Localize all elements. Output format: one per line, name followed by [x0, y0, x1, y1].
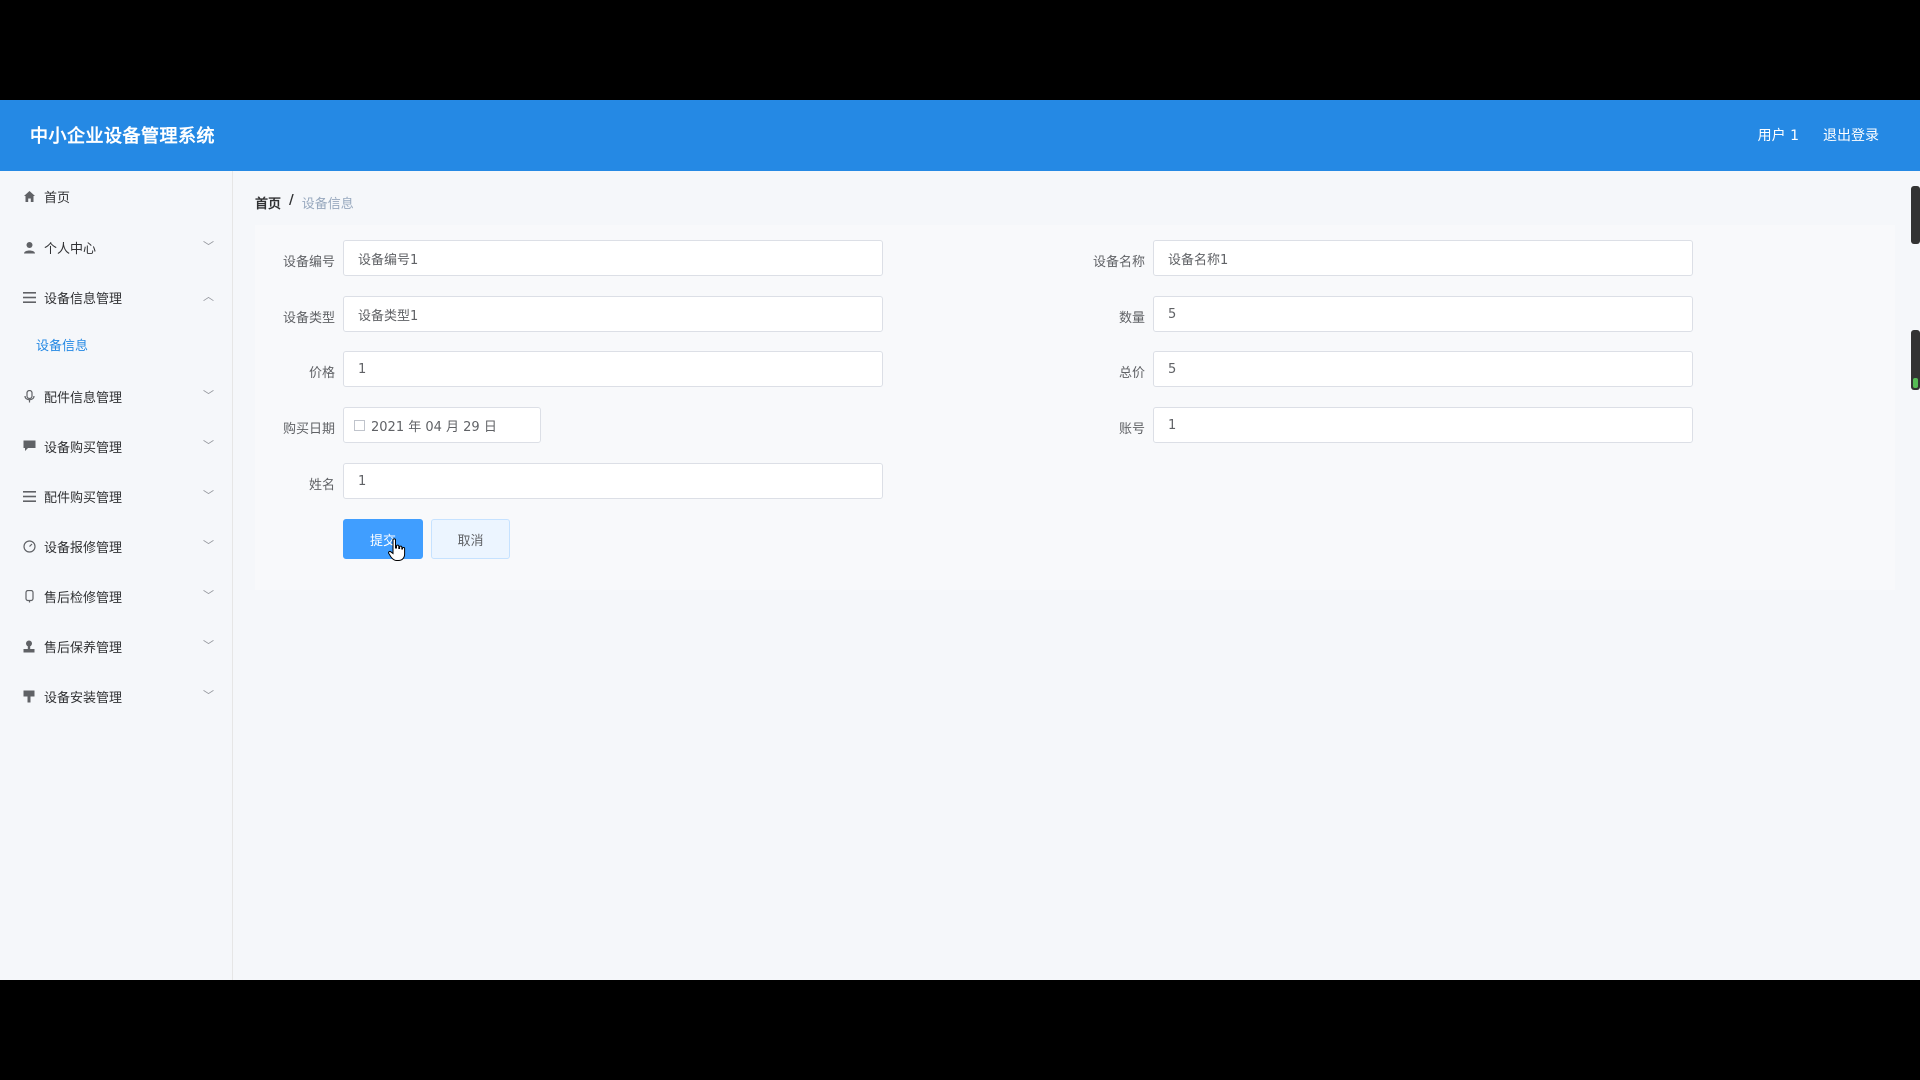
sidebar-item-parts-purchase[interactable]: 配件购买管理 ﹀ [0, 471, 232, 521]
sidebar: 首页 个人中心 ﹀ 设备信息管理 ︿ 设备信息 配件信息管理 ﹀ 设备购买管理 … [0, 171, 233, 980]
user-icon [22, 240, 36, 254]
account-input[interactable]: 1 [1153, 407, 1693, 443]
sidebar-item-equipment-purchase[interactable]: 设备购买管理 ﹀ [0, 421, 232, 471]
gauge-icon [22, 539, 36, 553]
chevron-down-icon: ﹀ [203, 389, 214, 402]
total-input[interactable]: 5 [1153, 351, 1693, 387]
sidebar-item-label: 设备报修管理 [44, 540, 123, 556]
sidebar-item-label: 设备购买管理 [44, 440, 123, 456]
app-window: 中小企业设备管理系统 用户 1 退出登录 首页 个人中心 ﹀ 设备信息管理 ︿ … [0, 100, 1920, 980]
chevron-down-icon: ﹀ [203, 489, 214, 502]
menu-icon [22, 290, 36, 304]
name-input[interactable]: 1 [343, 463, 883, 499]
price-label: 价格 [308, 366, 335, 381]
quantity-input[interactable]: 5 [1153, 296, 1693, 332]
date-label: 购买日期 [282, 422, 335, 437]
status-indicator [1913, 378, 1918, 388]
scrollbar-thumb[interactable] [1911, 186, 1920, 244]
sidebar-item-home[interactable]: 首页 [0, 171, 232, 221]
equip-no-value: 设备编号1 [358, 252, 419, 268]
microphone-icon [22, 389, 36, 403]
sidebar-item-label: 配件购买管理 [44, 490, 123, 506]
stamp-icon [22, 639, 36, 653]
menu-icon [22, 489, 36, 503]
sidebar-item-label: 设备信息管理 [44, 291, 123, 307]
equip-type-label: 设备类型 [282, 311, 335, 326]
equip-no-label: 设备编号 [282, 255, 335, 270]
total-label: 总价 [1118, 366, 1145, 381]
sidebar-item-aftersales-inspection[interactable]: 售后检修管理 ﹀ [0, 571, 232, 621]
sidebar-item-label: 售后保养管理 [44, 640, 123, 656]
sidebar-item-label: 设备安装管理 [44, 690, 123, 706]
sidebar-item-aftersales-maintenance[interactable]: 售后保养管理 ﹀ [0, 621, 232, 671]
sidebar-item-equipment-repair[interactable]: 设备报修管理 ﹀ [0, 521, 232, 571]
equip-type-value: 设备类型1 [358, 308, 419, 324]
sidebar-item-label: 配件信息管理 [44, 390, 123, 406]
quantity-label: 数量 [1118, 311, 1145, 326]
price-input[interactable]: 1 [343, 351, 883, 387]
cancel-button[interactable]: 取消 [431, 519, 510, 559]
breadcrumb-home[interactable]: 首页 [255, 193, 281, 212]
equip-name-value: 设备名称1 [1168, 252, 1229, 268]
submit-button[interactable]: 提交 [343, 519, 423, 559]
calendar-icon [354, 419, 365, 431]
equip-no-input[interactable]: 设备编号1 [343, 240, 883, 276]
sidebar-item-equipment-install[interactable]: 设备安装管理 ﹀ [0, 671, 232, 721]
name-value: 1 [358, 473, 367, 489]
account-label: 账号 [1118, 422, 1145, 437]
chevron-down-icon: ﹀ [203, 639, 214, 652]
logout-link[interactable]: 退出登录 [1823, 125, 1879, 145]
sidebar-item-label: 售后检修管理 [44, 590, 123, 606]
top-header: 中小企业设备管理系统 用户 1 退出登录 [0, 100, 1920, 171]
equip-name-label: 设备名称 [1092, 255, 1145, 270]
sidebar-item-equipment-info[interactable]: 设备信息管理 ︿ [0, 272, 232, 322]
equip-name-input[interactable]: 设备名称1 [1153, 240, 1693, 276]
chevron-down-icon: ﹀ [203, 439, 214, 452]
chevron-down-icon: ﹀ [203, 539, 214, 552]
sidebar-subitem-label: 设备信息 [36, 338, 89, 354]
sidebar-item-label: 个人中心 [44, 241, 97, 257]
home-icon [22, 189, 36, 203]
current-user: 用户 1 [1757, 128, 1799, 144]
breadcrumb: 首页 / 设备信息 [255, 193, 354, 212]
chevron-down-icon: ﹀ [203, 689, 214, 702]
name-label: 姓名 [308, 478, 335, 493]
stopwatch-icon [22, 589, 36, 603]
brush-icon [22, 689, 36, 703]
scrollbar-handle[interactable] [1911, 330, 1920, 390]
chevron-down-icon: ﹀ [203, 589, 214, 602]
price-value: 1 [358, 361, 367, 377]
breadcrumb-separator: / [289, 193, 294, 208]
sidebar-item-parts-info[interactable]: 配件信息管理 ﹀ [0, 371, 232, 421]
account-value: 1 [1168, 417, 1177, 433]
equipment-form: 设备编号 设备编号1 设备名称 设备名称1 设备类型 设备类型1 数量 5 价格… [255, 225, 1895, 590]
hand-cursor-icon [388, 538, 406, 568]
equip-type-input[interactable]: 设备类型1 [343, 296, 883, 332]
total-value: 5 [1168, 361, 1177, 377]
sidebar-item-profile[interactable]: 个人中心 ﹀ [0, 222, 232, 272]
chevron-down-icon: ﹀ [203, 240, 214, 253]
chevron-up-icon: ︿ [203, 290, 214, 303]
quantity-value: 5 [1168, 306, 1177, 322]
breadcrumb-current: 设备信息 [301, 197, 354, 212]
comment-icon [22, 439, 36, 453]
date-value: 2021 年 04 月 29 日 [371, 419, 497, 435]
app-title: 中小企业设备管理系统 [30, 126, 215, 147]
sidebar-subitem-equipment-info[interactable]: 设备信息 [0, 322, 232, 366]
date-picker[interactable]: 2021 年 04 月 29 日 [343, 407, 541, 443]
main-content: 首页 / 设备信息 设备编号 设备编号1 设备名称 设备名称1 设备类型 设备类… [233, 171, 1920, 980]
sidebar-item-label: 首页 [44, 190, 71, 206]
